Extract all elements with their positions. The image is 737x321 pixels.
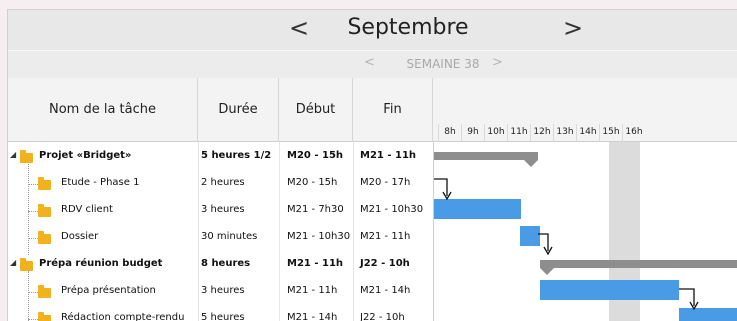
task-row[interactable]: ◢ Projet «Bridget» 5 heures 1/2 M20 - 15… xyxy=(8,143,433,170)
summary-bar-end-marker xyxy=(524,160,538,167)
week-navigation-bar: < SEMAINE 38 > xyxy=(8,50,737,79)
task-start: M20 - 15h xyxy=(287,150,344,161)
task-duration: 2 heures xyxy=(201,177,245,188)
gantt-window: < Septembre > < SEMAINE 38 > Nom de la t… xyxy=(7,9,737,321)
column-header-task[interactable]: Nom de la tâche xyxy=(8,78,198,142)
column-header-end[interactable]: Fin xyxy=(353,78,433,142)
collapse-icon[interactable]: ◢ xyxy=(10,150,16,159)
next-week-button[interactable]: > xyxy=(492,55,503,70)
task-bar-rdv-client[interactable] xyxy=(434,199,521,219)
task-name: Prépa réunion budget xyxy=(39,258,163,269)
folder-icon xyxy=(38,204,51,217)
task-name: Etude - Phase 1 xyxy=(61,177,140,188)
column-header-start[interactable]: Début xyxy=(279,78,353,142)
hour-label: 12h xyxy=(530,124,553,142)
hour-label: 9h xyxy=(461,124,484,142)
task-bar-redaction[interactable] xyxy=(679,308,737,321)
task-bar-prepa-presentation[interactable] xyxy=(540,280,679,300)
tree-line xyxy=(28,238,38,239)
folder-icon xyxy=(38,312,51,321)
task-row[interactable]: RDV client 3 heures M21 - 7h30 M21 - 10h… xyxy=(8,197,433,224)
task-duration: 3 heures xyxy=(201,285,245,296)
task-bar-dossier[interactable] xyxy=(520,226,540,246)
task-duration: 8 heures xyxy=(201,258,251,269)
next-month-button[interactable]: > xyxy=(563,14,583,42)
hour-label: 14h xyxy=(576,124,599,142)
folder-icon xyxy=(38,231,51,244)
task-duration: 3 heures xyxy=(201,204,245,215)
summary-bar-projet-bridget[interactable] xyxy=(434,152,538,160)
task-duration: 30 minutes xyxy=(201,231,258,242)
task-start: M21 - 10h30 xyxy=(287,231,351,242)
task-row[interactable]: Prépa présentation 3 heures M21 - 11h M2… xyxy=(8,278,433,305)
task-end: M20 - 17h xyxy=(360,177,411,188)
task-name: Prépa présentation xyxy=(61,285,156,296)
hour-label: 10h xyxy=(484,124,507,142)
task-start: M21 - 7h30 xyxy=(287,204,344,215)
hour-label: 16h xyxy=(622,124,645,142)
folder-icon xyxy=(20,258,33,271)
month-title: Septembre xyxy=(347,15,469,40)
folder-icon xyxy=(38,177,51,190)
column-divider xyxy=(433,142,434,321)
task-name: Projet «Bridget» xyxy=(39,150,132,161)
task-duration: 5 heures 1/2 xyxy=(201,150,272,161)
tree-line xyxy=(28,184,38,185)
timeline-header: 8h 9h 10h 11h 12h 13h 14h 15h 16h xyxy=(433,78,737,142)
summary-bar-start-marker xyxy=(540,268,554,275)
task-end: M21 - 11h xyxy=(360,231,411,242)
task-end: M21 - 10h30 xyxy=(360,204,424,215)
month-navigation-bar: < Septembre > xyxy=(8,10,737,50)
tree-line xyxy=(28,292,38,293)
hour-label: 11h xyxy=(507,124,530,142)
task-end: M21 - 14h xyxy=(360,285,411,296)
task-name: RDV client xyxy=(61,204,113,215)
task-start: M21 - 11h xyxy=(287,258,344,269)
week-label: SEMAINE 38 xyxy=(406,57,480,71)
folder-icon xyxy=(38,285,51,298)
folder-icon xyxy=(20,150,33,163)
task-row[interactable]: ◢ Prépa réunion budget 8 heures M21 - 11… xyxy=(8,251,433,278)
tree-line xyxy=(28,211,38,212)
task-row[interactable]: Etude - Phase 1 2 heures M20 - 15h M20 -… xyxy=(8,170,433,197)
column-header-duration[interactable]: Durée xyxy=(198,78,279,142)
collapse-icon[interactable]: ◢ xyxy=(10,258,16,267)
hour-label: 13h xyxy=(553,124,576,142)
task-name: Dossier xyxy=(61,231,99,242)
task-start: M21 - 11h xyxy=(287,285,338,296)
hour-label: 8h xyxy=(438,124,461,142)
previous-month-button[interactable]: < xyxy=(289,14,309,42)
hour-label: 15h xyxy=(599,124,622,142)
task-row[interactable]: Rédaction compte-rendu 5 heures M21 - 14… xyxy=(8,305,433,321)
task-end: J22 - 10h xyxy=(360,258,410,269)
summary-bar-prepa-budget[interactable] xyxy=(540,260,737,268)
task-start: M20 - 15h xyxy=(287,177,338,188)
task-row[interactable]: Dossier 30 minutes M21 - 10h30 M21 - 11h xyxy=(8,224,433,251)
previous-week-button[interactable]: < xyxy=(364,55,375,70)
task-end: M21 - 11h xyxy=(360,150,417,161)
